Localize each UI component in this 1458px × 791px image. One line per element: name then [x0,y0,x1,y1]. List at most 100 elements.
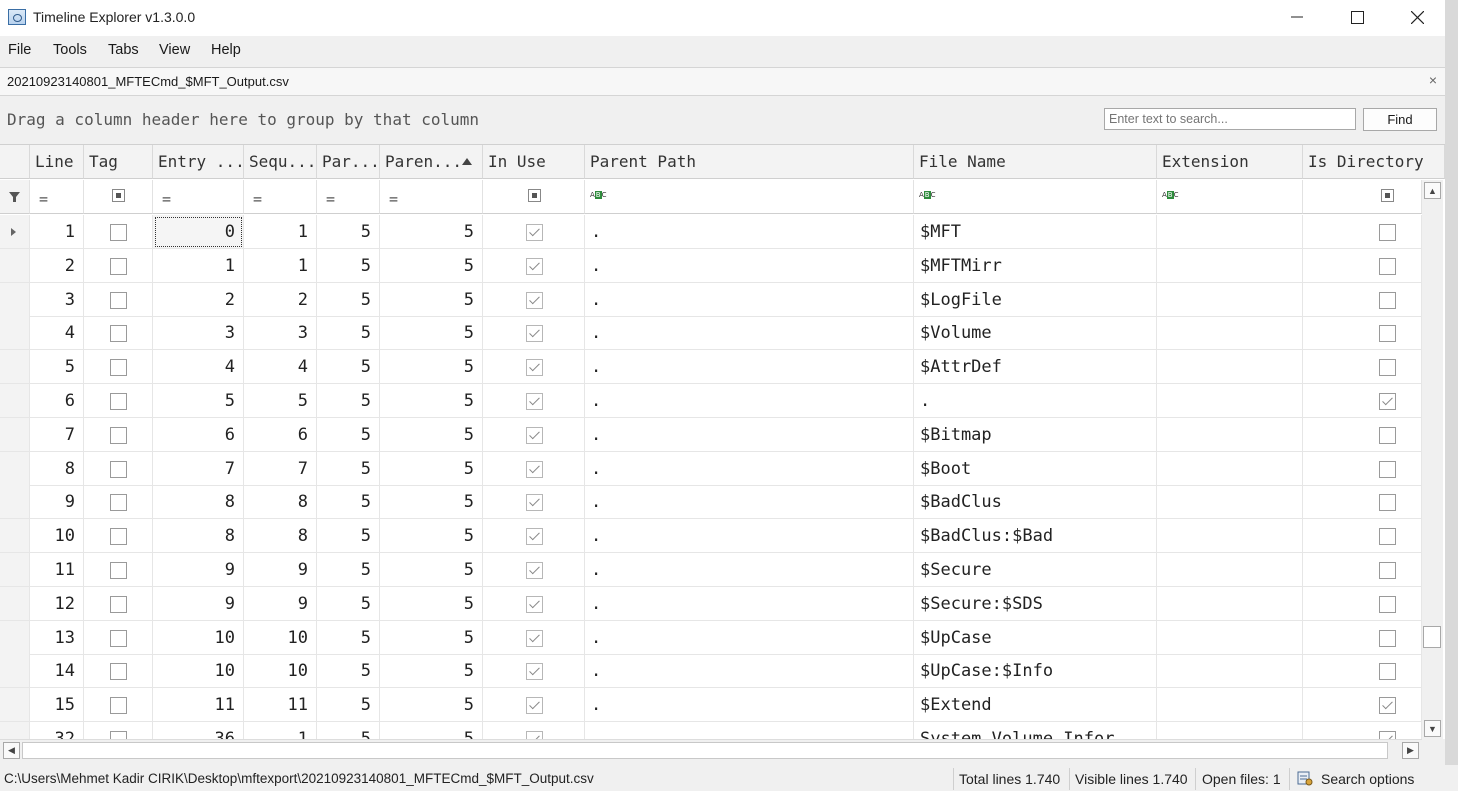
filter-parent-path[interactable]: ABC [585,180,914,214]
cell-in-use[interactable] [483,316,585,351]
cell-extension[interactable] [1157,350,1303,385]
checkbox-unchecked[interactable] [1379,325,1396,343]
cell-extension[interactable] [1157,417,1303,452]
scroll-up-icon[interactable]: ▲ [1424,182,1441,199]
checkbox-unchecked[interactable] [1379,359,1396,377]
cell-sequence[interactable]: 10 [244,654,317,689]
checkbox-unchecked[interactable] [110,460,127,478]
cell-is-directory[interactable] [1303,722,1422,739]
checkbox-checked[interactable] [526,731,543,739]
cell-in-use[interactable] [483,654,585,689]
row-indicator[interactable] [0,485,30,520]
file-tab[interactable]: 20210923140801_MFTECmd_$MFT_Output.csv × [0,67,1445,96]
cell-parent-path[interactable]: . [585,553,914,587]
cell-is-directory[interactable] [1303,553,1422,587]
checkbox-checked[interactable] [1379,697,1396,715]
filter-sequence[interactable]: = [244,180,317,214]
cell-sequence[interactable]: 1 [244,215,317,249]
cell-line[interactable]: 12 [30,586,84,621]
cell-line[interactable]: 4 [30,316,84,351]
cell-sequence[interactable]: 11 [244,688,317,723]
cell-parent-sequence[interactable]: 5 [380,316,483,351]
find-button[interactable]: Find [1363,108,1437,131]
cell-tag[interactable] [84,384,153,418]
table-row[interactable]: 9 8 8 5 5. $BadClus [0,485,1422,520]
cell-in-use[interactable] [483,722,585,739]
cell-parent-sequence[interactable]: 5 [380,282,483,317]
checkbox-unchecked[interactable] [110,224,127,241]
cell-line[interactable]: 14 [30,654,84,689]
checkbox-checked[interactable] [526,595,543,613]
checkbox-unchecked[interactable] [110,595,127,613]
cell-parent-entry[interactable]: 5 [317,485,380,520]
checkbox-unchecked[interactable] [110,528,127,546]
cell-file-name[interactable]: $BadClus:$Bad [914,519,1157,554]
table-row[interactable]: 12 9 9 5 5. $Secure:$SDS [0,586,1422,621]
cell-entry[interactable]: 4 [153,350,244,385]
cell-line[interactable]: 9 [30,485,84,520]
cell-parent-entry[interactable]: 5 [317,722,380,739]
checkbox-unchecked[interactable] [110,494,127,512]
row-indicator[interactable] [0,654,30,689]
filter-file-name[interactable]: ABC [914,180,1157,214]
cell-in-use[interactable] [483,384,585,418]
cell-is-directory[interactable] [1303,654,1422,689]
cell-in-use[interactable] [483,417,585,452]
cell-parent-entry[interactable]: 5 [317,417,380,452]
column-header-in-use[interactable]: In Use [483,145,585,179]
maximize-button[interactable] [1328,0,1386,34]
checkbox-checked[interactable] [526,359,543,377]
column-header-parent-sequence[interactable]: Paren... [380,145,483,179]
cell-line[interactable]: 6 [30,384,84,418]
cell-tag[interactable] [84,417,153,452]
cell-sequence[interactable]: 8 [244,485,317,520]
cell-tag[interactable] [84,316,153,351]
cell-in-use[interactable] [483,451,585,486]
cell-tag[interactable] [84,620,153,655]
cell-tag[interactable] [84,654,153,689]
cell-extension[interactable] [1157,553,1303,587]
cell-parent-entry[interactable]: 5 [317,282,380,317]
cell-extension[interactable] [1157,215,1303,249]
row-indicator[interactable] [0,384,30,418]
cell-sequence[interactable]: 1 [244,248,317,283]
cell-parent-path[interactable]: . [585,620,914,655]
cell-file-name[interactable]: $Volume [914,316,1157,351]
table-row[interactable]: 2 1 1 5 5. $MFTMirr [0,248,1422,283]
search-options-button[interactable]: Search options [1321,771,1414,787]
cell-entry[interactable]: 11 [153,688,244,723]
cell-parent-path[interactable]: . [585,215,914,249]
cell-parent-sequence[interactable]: 5 [380,586,483,621]
checkbox-unchecked[interactable] [1379,291,1396,309]
cell-extension[interactable] [1157,586,1303,621]
column-header-tag[interactable]: Tag [84,145,153,179]
cell-parent-path[interactable]: . [585,316,914,351]
scroll-down-icon[interactable]: ▼ [1424,720,1441,737]
cell-file-name[interactable]: $UpCase:$Info [914,654,1157,689]
checkbox-unchecked[interactable] [1379,224,1396,241]
checkbox-unchecked[interactable] [1379,257,1396,275]
filter-parent-sequence[interactable]: = [380,180,483,214]
row-indicator[interactable] [0,688,30,723]
menu-view[interactable]: View [159,42,190,58]
cell-file-name[interactable]: . [914,384,1157,418]
cell-in-use[interactable] [483,248,585,283]
cell-file-name[interactable]: $UpCase [914,620,1157,655]
cell-parent-entry[interactable]: 5 [317,553,380,587]
row-indicator[interactable] [0,282,30,317]
filter-line[interactable]: = [30,180,84,214]
table-row[interactable]: 11 9 9 5 5. $Secure [0,553,1422,587]
cell-is-directory[interactable] [1303,620,1422,655]
cell-parent-entry[interactable]: 5 [317,654,380,689]
cell-sequence[interactable]: 6 [244,417,317,452]
tab-title[interactable]: 20210923140801_MFTECmd_$MFT_Output.csv [7,74,289,89]
cell-parent-path[interactable]: . [585,688,914,723]
column-header-parent-path[interactable]: Parent Path [585,145,914,179]
cell-line[interactable]: 8 [30,451,84,486]
cell-is-directory[interactable] [1303,248,1422,283]
cell-is-directory[interactable] [1303,586,1422,621]
checkbox-unchecked[interactable] [110,257,127,275]
checkbox-unchecked[interactable] [1379,528,1396,546]
data-grid[interactable]: Line Tag Entry ... Sequ... Par... Paren.… [0,145,1445,739]
cell-is-directory[interactable] [1303,215,1422,249]
